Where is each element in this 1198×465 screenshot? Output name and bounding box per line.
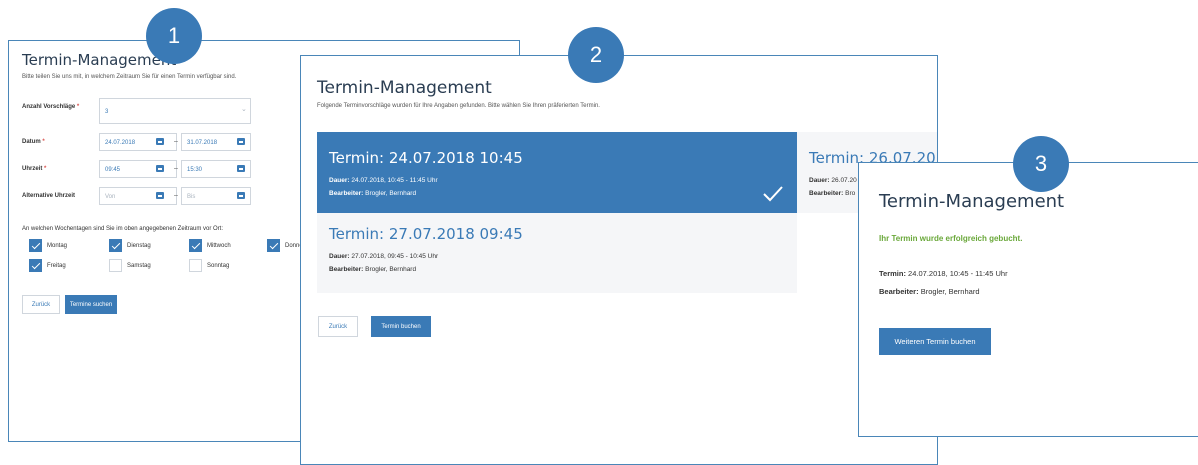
uhrzeit-from-input[interactable]: 09:45 [99,160,177,178]
step-badge-3: 3 [1013,136,1069,192]
chevron-down-icon: ⌄ [241,106,247,113]
weekday-label: Montag [47,243,68,249]
clock-icon[interactable] [156,165,164,172]
datum-from-input[interactable]: 24.07.2018 [99,133,177,151]
checkbox-mittwoch[interactable] [189,239,202,252]
alt-uhrzeit-label: Alternative Uhrzeit [22,193,76,199]
card-title: Termin: 24.07.2018 10:45 [329,149,523,167]
bearbeiter-detail: Bearbeiter: Brogler, Bernhard [879,287,980,296]
checkbox-montag[interactable] [29,239,42,252]
checkbox-freitag[interactable] [29,259,42,272]
panel-results: Termin-Management Folgende Terminvorschl… [300,55,938,465]
weekday-label: Mittwoch [207,243,231,249]
checkbox-sonntag[interactable] [189,259,202,272]
card-duration: Dauer: 27.07.2018, 09:45 - 10:45 Uhr [329,253,439,260]
calendar-icon[interactable] [156,138,164,145]
card-duration: Dauer: 26.07.20 [809,177,857,184]
card-staff: Bearbeiter: Brogler, Bernhard [329,266,417,273]
card-staff: Bearbeiter: Brogler, Bernhard [329,190,417,197]
card-staff: Bearbeiter: Bro [809,190,856,197]
anzahl-label: Anzahl Vorschläge * [22,104,80,110]
anzahl-select[interactable]: 3 [99,98,251,124]
page-title: Termin-Management [879,191,1065,212]
calendar-icon[interactable] [237,138,245,145]
uhrzeit-label: Uhrzeit * [22,166,47,172]
clock-icon[interactable] [237,165,245,172]
range-separator: – [174,192,178,199]
checkbox-donnerstag[interactable] [267,239,280,252]
page-subtitle: Folgende Terminvorschläge wurden für Ihr… [317,103,600,109]
alt-from-input[interactable]: Von [99,187,177,205]
book-another-button[interactable]: Weiteren Termin buchen [879,328,991,355]
appointment-card[interactable]: Termin: 27.07.2018 09:45 Dauer: 27.07.20… [317,213,797,293]
weekday-question: An welchen Wochentagen sind Sie im oben … [22,226,224,232]
weekday-label: Dienstag [127,243,151,249]
checkbox-samstag[interactable] [109,259,122,272]
search-button[interactable]: Termine suchen [65,295,117,314]
datum-label: Datum * [22,139,45,145]
page-title: Termin-Management [317,78,492,98]
step-badge-1: 1 [146,8,202,64]
checkbox-dienstag[interactable] [109,239,122,252]
back-button[interactable]: Zurück [22,295,60,314]
success-message: Ihr Termin wurde erfolgreich gebucht. [879,234,1023,243]
book-button[interactable]: Termin buchen [371,316,431,337]
range-separator: – [174,165,178,172]
termin-detail: Termin: 24.07.2018, 10:45 - 11:45 Uhr [879,269,1008,278]
page-subtitle: Bitte teilen Sie uns mit, in welchem Zei… [22,74,237,80]
weekday-label: Sonntag [207,263,230,269]
panel-confirmation: Termin-Management Ihr Termin wurde erfol… [858,162,1198,437]
range-separator: – [174,138,178,145]
appointment-card-selected[interactable]: Termin: 24.07.2018 10:45 Dauer: 24.07.20… [317,132,797,213]
step-badge-2: 2 [568,27,624,83]
card-title: Termin: 27.07.2018 09:45 [329,225,523,243]
clock-icon[interactable] [237,192,245,199]
clock-icon[interactable] [156,192,164,199]
checkmark-icon [763,186,783,202]
weekday-label: Samstag [127,263,151,269]
card-duration: Dauer: 24.07.2018, 10:45 - 11:45 Uhr [329,177,438,184]
back-button[interactable]: Zurück [318,316,358,337]
weekday-label: Freitag [47,263,66,269]
